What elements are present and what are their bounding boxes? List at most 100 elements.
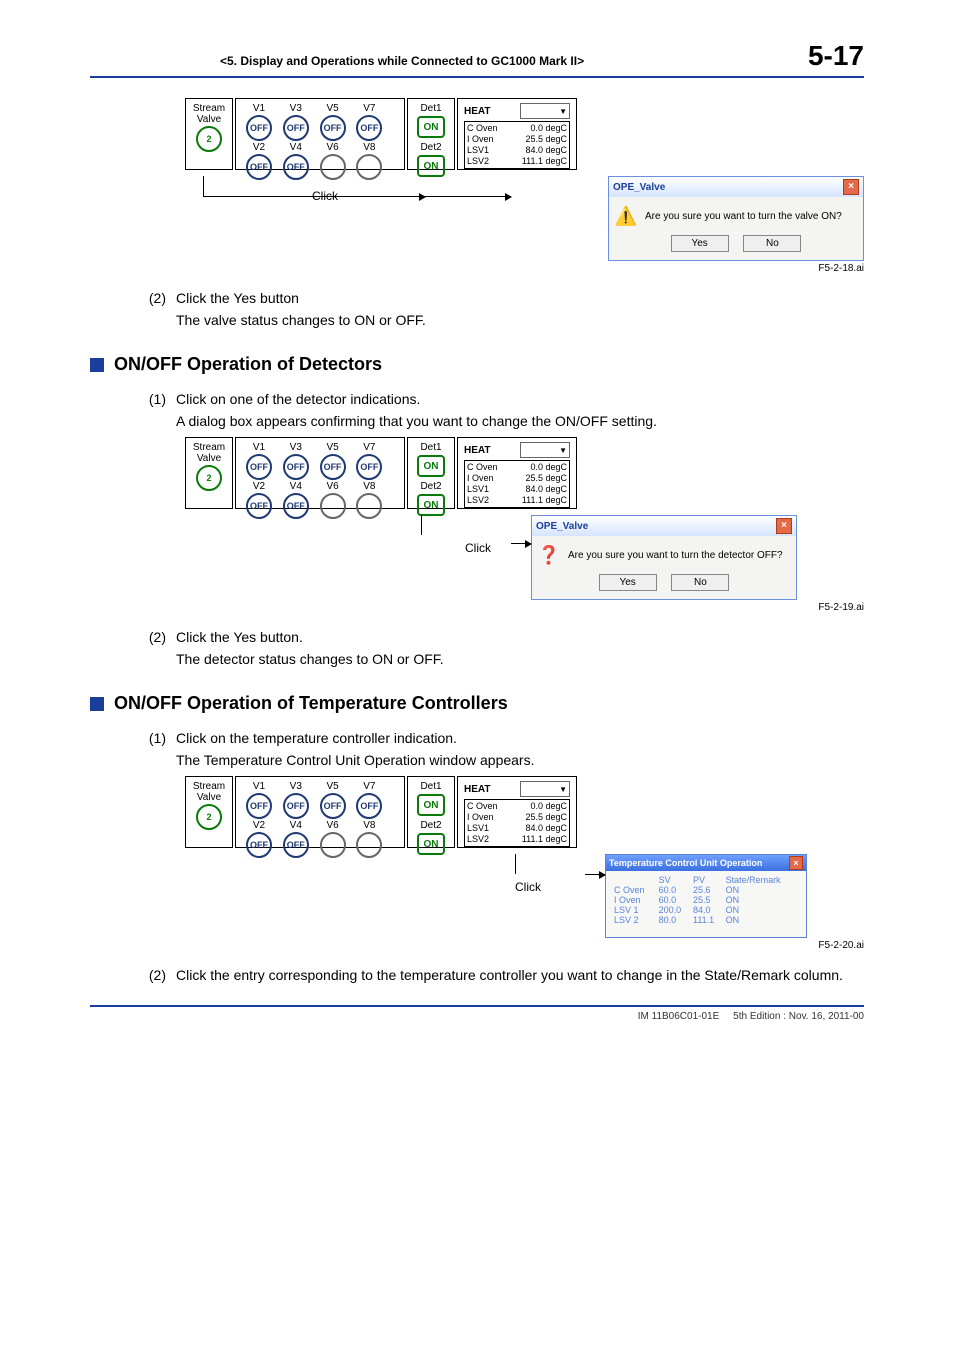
close-icon[interactable]: × — [843, 179, 859, 195]
no-button[interactable]: No — [671, 574, 729, 591]
stream-valve-box: Stream Valve 2 — [185, 437, 233, 509]
dialog-title: OPE_Valve — [536, 521, 588, 532]
det1-state[interactable]: ON — [417, 794, 445, 816]
det1-label: Det1 — [414, 103, 448, 114]
stream-indicator[interactable]: 2 — [196, 126, 222, 152]
table-row: LSV 280.0111.1ON — [612, 915, 800, 925]
figure-ref: F5-2-20.ai — [185, 940, 864, 951]
dialog-message: Are you sure you want to turn the detect… — [568, 550, 783, 561]
page-header: <5. Display and Operations while Connect… — [90, 40, 864, 78]
figure-ref: F5-2-18.ai — [185, 263, 864, 274]
page-number: 5-17 — [808, 40, 864, 72]
doc-id: IM 11B06C01-01E — [638, 1011, 720, 1022]
det2-state[interactable]: ON — [417, 494, 445, 516]
valve-v5[interactable]: OFF — [320, 454, 346, 480]
heading-text: ON/OFF Operation of Temperature Controll… — [114, 693, 508, 714]
valve-label: V5 — [326, 103, 338, 114]
heat-readings[interactable]: C Oven0.0 degC I Oven25.5 degC LSV184.0 … — [464, 799, 570, 847]
valve-v4[interactable]: OFF — [283, 832, 309, 858]
breadcrumb: <5. Display and Operations while Connect… — [220, 54, 584, 68]
valve-v3[interactable]: OFF — [283, 793, 309, 819]
heading-bullet-icon — [90, 697, 104, 711]
step-subtext: The Temperature Control Unit Operation w… — [176, 752, 864, 768]
step-number: (1) — [138, 391, 166, 407]
step-number: (2) — [138, 967, 166, 983]
tcu-window: Temperature Control Unit Operation × SVP… — [605, 854, 807, 938]
valve-label: V6 — [326, 142, 338, 153]
table-row: LSV 1200.084.0ON — [612, 905, 800, 915]
valve-label: V8 — [363, 142, 375, 153]
warning-icon: ⚠️ — [615, 205, 637, 227]
step-number: (2) — [138, 290, 166, 306]
valve-v4[interactable]: OFF — [283, 493, 309, 519]
valve-v3[interactable]: OFF — [283, 454, 309, 480]
valve-v1[interactable]: OFF — [246, 115, 272, 141]
close-icon[interactable]: × — [789, 856, 803, 870]
valve-confirm-dialog: OPE_Valve × ⚠️ Are you sure you want to … — [608, 176, 864, 261]
valve-v6[interactable] — [320, 493, 346, 519]
detector-confirm-dialog: OPE_Valve × ❓ Are you sure you want to t… — [531, 515, 797, 600]
valve-label: V1 — [253, 103, 265, 114]
heat-box: HEAT ▼ C Oven0.0 degC I Oven25.5 degC LS… — [457, 776, 577, 848]
figure-detector-operation: Stream Valve 2 V1OFF V3OFF V5OFF V7OFF V… — [185, 437, 864, 613]
valve-label: V2 — [253, 142, 265, 153]
step-item: (2) Click the entry corresponding to the… — [138, 967, 864, 983]
valve-v1[interactable]: OFF — [246, 454, 272, 480]
step-item: (2) Click the Yes button — [138, 290, 864, 306]
stream-indicator[interactable]: 2 — [196, 465, 222, 491]
step-text: Click the Yes button. — [176, 629, 303, 645]
figure-ref: F5-2-19.ai — [185, 602, 864, 613]
step-number: (1) — [138, 730, 166, 746]
heat-box: HEAT ▼ C Oven0.0 degC I Oven25.5 degC LS… — [457, 98, 577, 170]
table-row: C Oven60.025.6ON — [612, 885, 800, 895]
det2-state[interactable]: ON — [417, 833, 445, 855]
click-label: Click — [445, 541, 511, 555]
heat-readings[interactable]: C Oven0.0 degC I Oven25.5 degC LSV184.0 … — [464, 121, 570, 169]
heat-dropdown[interactable]: ▼ — [520, 103, 570, 119]
step-text: Click the Yes button — [176, 290, 299, 306]
step-item: (2) Click the Yes button. — [138, 629, 864, 645]
valve-v7[interactable]: OFF — [356, 454, 382, 480]
valve-v8[interactable] — [356, 493, 382, 519]
valve-label: V3 — [290, 103, 302, 114]
det1-state[interactable]: ON — [417, 116, 445, 138]
det2-label: Det2 — [414, 142, 448, 153]
step-text: Click on one of the detector indications… — [176, 391, 420, 407]
valve-v7[interactable]: OFF — [356, 115, 382, 141]
step-subtext: A dialog box appears confirming that you… — [176, 413, 864, 429]
step-number: (2) — [138, 629, 166, 645]
section-heading: ON/OFF Operation of Detectors — [90, 354, 864, 375]
valve-v5[interactable]: OFF — [320, 793, 346, 819]
stream-indicator[interactable]: 2 — [196, 804, 222, 830]
table-row: I Oven60.025.5ON — [612, 895, 800, 905]
det1-state[interactable]: ON — [417, 455, 445, 477]
yes-button[interactable]: Yes — [599, 574, 657, 591]
step-text: Click on the temperature controller indi… — [176, 730, 457, 746]
step-text: Click the entry corresponding to the tem… — [176, 967, 843, 983]
valve-label: V4 — [290, 142, 302, 153]
no-button[interactable]: No — [743, 235, 801, 252]
tcu-title-text: Temperature Control Unit Operation — [609, 858, 762, 868]
detectors-box: Det1 ON Det2 ON — [407, 776, 455, 848]
figure-tcu-operation: Stream Valve 2 V1OFF V3OFF V5OFF V7OFF V… — [185, 776, 864, 951]
valve-v3[interactable]: OFF — [283, 115, 309, 141]
heat-title: HEAT — [464, 106, 490, 117]
valves-box: V1OFF V3OFF V5OFF V7OFF V2OFF V4OFF V6 V… — [235, 437, 405, 509]
question-icon: ❓ — [538, 544, 560, 566]
dialog-title: OPE_Valve — [613, 182, 665, 193]
close-icon[interactable]: × — [776, 518, 792, 534]
valve-v2[interactable]: OFF — [246, 832, 272, 858]
tcu-table[interactable]: SVPVState/Remark C Oven60.025.6ON I Oven… — [606, 871, 806, 937]
valve-v6[interactable] — [320, 832, 346, 858]
valve-v8[interactable] — [356, 832, 382, 858]
valve-v1[interactable]: OFF — [246, 793, 272, 819]
heat-dropdown[interactable]: ▼ — [520, 781, 570, 797]
valves-box: V1OFF V3OFF V5OFF V7OFF V2OFF V4OFF V6 V… — [235, 776, 405, 848]
det2-state[interactable]: ON — [417, 155, 445, 177]
valve-v7[interactable]: OFF — [356, 793, 382, 819]
valve-v5[interactable]: OFF — [320, 115, 346, 141]
yes-button[interactable]: Yes — [671, 235, 729, 252]
heat-dropdown[interactable]: ▼ — [520, 442, 570, 458]
valve-v2[interactable]: OFF — [246, 493, 272, 519]
heat-readings[interactable]: C Oven0.0 degC I Oven25.5 degC LSV184.0 … — [464, 460, 570, 508]
